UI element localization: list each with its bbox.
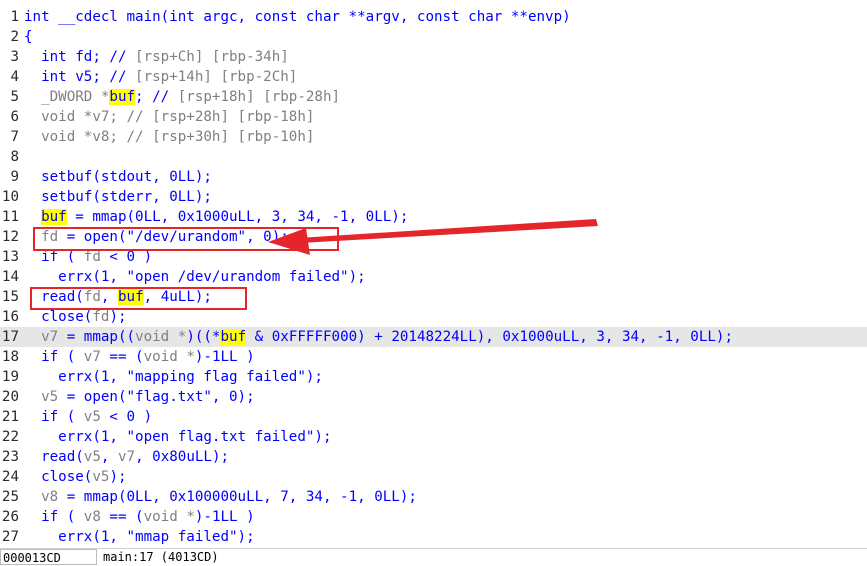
annotation-arrow-shaft <box>298 219 598 243</box>
status-address: 000013CD <box>0 549 97 565</box>
status-location: main:17 (4013CD) <box>103 550 219 564</box>
annotation-arrow-head <box>268 228 310 255</box>
status-bar: 000013CD main:17 (4013CD) <box>0 548 867 565</box>
annotation-arrow <box>268 219 598 255</box>
